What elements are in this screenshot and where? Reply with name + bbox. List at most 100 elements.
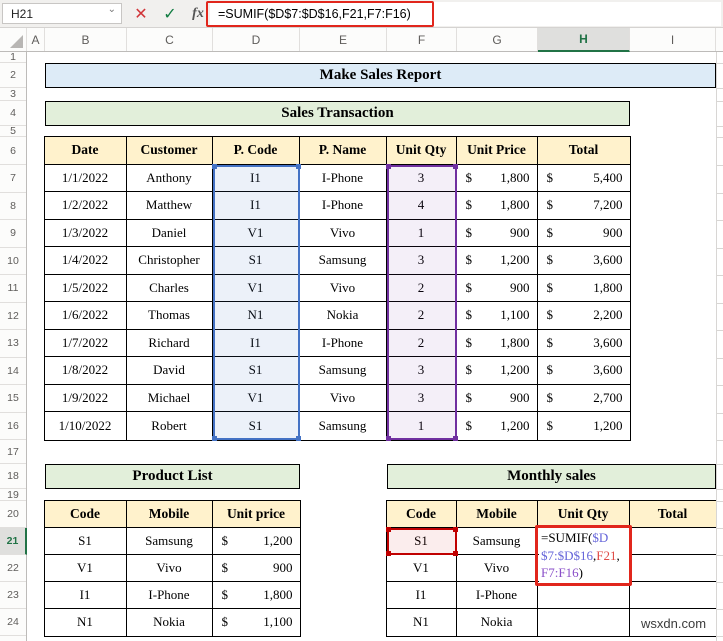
cell[interactable]: I1: [45, 581, 127, 608]
cell[interactable]: 4: [387, 192, 457, 219]
cell[interactable]: $1,200: [457, 357, 538, 384]
cell[interactable]: $900: [457, 274, 538, 301]
cell[interactable]: V1: [213, 274, 300, 301]
cell[interactable]: 1/9/2022: [45, 384, 127, 411]
cell[interactable]: N1: [387, 608, 457, 636]
row-header-6[interactable]: 6: [0, 137, 26, 165]
row-header-19[interactable]: 19: [0, 489, 26, 501]
product-list-title-cell[interactable]: Product List: [45, 464, 300, 489]
cell[interactable]: I1: [387, 581, 457, 608]
name-box[interactable]: H21 ⌄: [2, 3, 122, 24]
cell[interactable]: $1,800: [457, 192, 538, 219]
cell[interactable]: Nokia: [457, 608, 538, 636]
cell[interactable]: $1,200: [457, 247, 538, 274]
active-cell-formula-editor[interactable]: =SUMIF($D$7:$D$16,F21,F7:F16): [539, 529, 629, 582]
row-header-2[interactable]: 2: [0, 63, 26, 88]
cell[interactable]: Samsung: [300, 357, 387, 384]
cell[interactable]: 1/2/2022: [45, 192, 127, 219]
row-header-9[interactable]: 9: [0, 220, 26, 248]
header-cell[interactable]: Mobile: [456, 500, 538, 527]
column-header-H[interactable]: H: [538, 28, 630, 52]
row-header-14[interactable]: 14: [0, 358, 26, 385]
cell[interactable]: V1: [387, 554, 457, 581]
cell[interactable]: 2: [387, 329, 457, 356]
row-header-4[interactable]: 4: [0, 101, 26, 126]
monthly-sales-title-cell[interactable]: Monthly sales: [387, 464, 716, 489]
row-header-7[interactable]: 7: [0, 165, 26, 193]
row-header-23[interactable]: 23: [0, 582, 26, 609]
row-header-11[interactable]: 11: [0, 275, 26, 303]
cell[interactable]: I-Phone: [300, 329, 387, 356]
cell[interactable]: Nokia: [127, 608, 213, 636]
header-cell[interactable]: Mobile: [126, 500, 213, 527]
header-cell[interactable]: Unit Qty: [537, 500, 630, 527]
cell[interactable]: 1: [387, 412, 457, 440]
row-header-10[interactable]: 10: [0, 248, 26, 275]
cell[interactable]: $900: [213, 555, 300, 581]
cell[interactable]: Michael: [127, 384, 213, 411]
cell[interactable]: Samsung: [457, 527, 538, 554]
cell[interactable]: N1: [45, 608, 127, 636]
header-cell[interactable]: Unit Price: [456, 136, 538, 164]
row-header-13[interactable]: 13: [0, 330, 26, 358]
cell[interactable]: I1: [213, 192, 300, 219]
cell[interactable]: 1/3/2022: [45, 219, 127, 246]
column-header-B[interactable]: B: [45, 28, 127, 51]
header-cell[interactable]: Total: [537, 136, 630, 164]
cell[interactable]: Vivo: [300, 274, 387, 301]
column-header-F[interactable]: F: [387, 28, 457, 51]
cell[interactable]: 1/6/2022: [45, 302, 127, 329]
cell[interactable]: 3: [387, 357, 457, 384]
row-header-17[interactable]: 17: [0, 440, 26, 464]
cell[interactable]: 2: [387, 302, 457, 329]
cell[interactable]: $2,700: [538, 385, 630, 412]
cell[interactable]: V1: [213, 384, 300, 411]
row-header-5[interactable]: 5: [0, 125, 26, 137]
cell[interactable]: $1,800: [538, 275, 630, 302]
cell[interactable]: I-Phone: [300, 164, 387, 191]
cell[interactable]: 3: [387, 247, 457, 274]
header-cell[interactable]: Code: [386, 500, 457, 527]
report-title-cell[interactable]: Make Sales Report: [45, 63, 716, 88]
cell[interactable]: 1/10/2022: [45, 412, 127, 440]
cell[interactable]: Samsung: [300, 247, 387, 274]
cell[interactable]: Christopher: [127, 247, 213, 274]
chevron-down-icon[interactable]: ⌄: [108, 4, 116, 15]
row-header-12[interactable]: 12: [0, 303, 26, 330]
row-header-16[interactable]: 16: [0, 413, 26, 440]
cell[interactable]: 1/1/2022: [45, 164, 127, 191]
cell[interactable]: [538, 608, 630, 636]
cell[interactable]: 1/5/2022: [45, 274, 127, 301]
cell[interactable]: Vivo: [300, 219, 387, 246]
cell[interactable]: $3,600: [538, 330, 630, 357]
cell[interactable]: $1,100: [213, 609, 300, 636]
row-header-3[interactable]: 3: [0, 88, 26, 101]
cell[interactable]: [630, 555, 716, 581]
header-cell[interactable]: P. Code: [212, 136, 300, 164]
cell[interactable]: $1,800: [457, 164, 538, 191]
header-cell[interactable]: Total: [629, 500, 716, 527]
cell[interactable]: Anthony: [127, 164, 213, 191]
cell[interactable]: I1: [213, 329, 300, 356]
cell[interactable]: 1: [387, 219, 457, 246]
cell[interactable]: Vivo: [300, 384, 387, 411]
cell[interactable]: I-Phone: [300, 192, 387, 219]
row-header-22[interactable]: 22: [0, 555, 26, 582]
row-header-1[interactable]: 1: [0, 51, 26, 63]
cell[interactable]: $1,100: [457, 302, 538, 329]
cell[interactable]: $1,200: [538, 412, 630, 440]
cell[interactable]: Nokia: [300, 302, 387, 329]
cell[interactable]: $1,800: [457, 329, 538, 356]
column-header-C[interactable]: C: [127, 28, 213, 51]
select-all-button[interactable]: [0, 28, 27, 51]
cell[interactable]: Matthew: [127, 192, 213, 219]
cell[interactable]: 1/8/2022: [45, 357, 127, 384]
cell[interactable]: $1,200: [457, 412, 538, 440]
row-header-8[interactable]: 8: [0, 193, 26, 220]
cell[interactable]: $900: [457, 219, 538, 246]
cell[interactable]: V1: [45, 554, 127, 581]
column-header-I[interactable]: I: [630, 28, 716, 51]
cell[interactable]: Vivo: [457, 554, 538, 581]
header-cell[interactable]: Unit Qty: [386, 136, 457, 164]
cell[interactable]: Robert: [127, 412, 213, 440]
